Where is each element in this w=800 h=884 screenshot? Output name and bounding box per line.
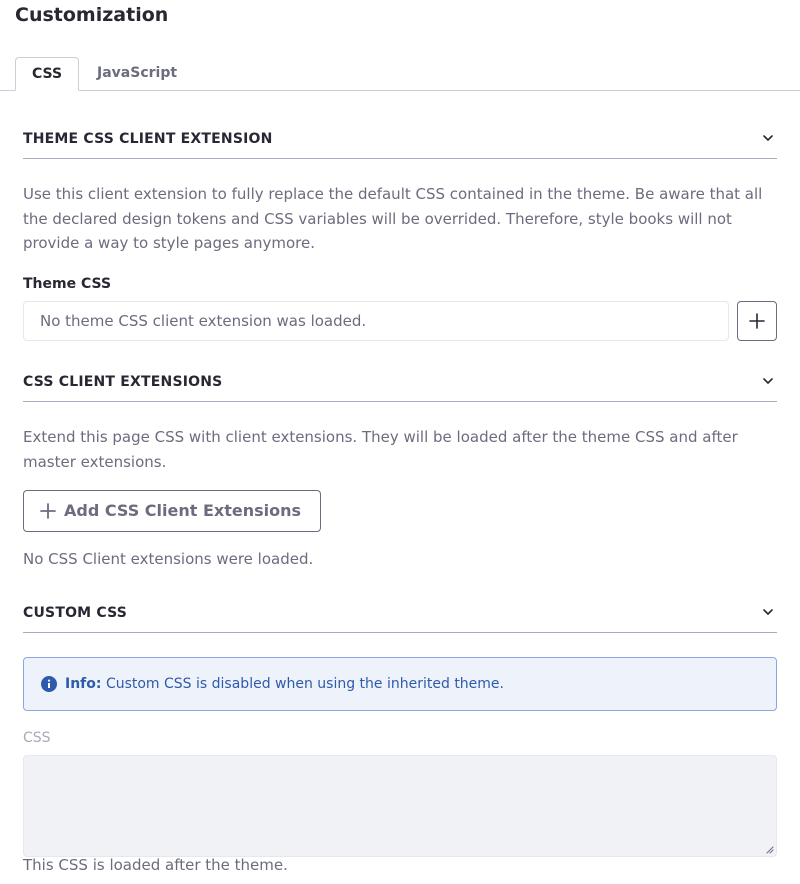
chevron-down-icon <box>763 609 773 615</box>
tab-bar: CSS JavaScript <box>0 57 800 91</box>
css-client-extensions-section-header[interactable]: CSS CLIENT EXTENSIONS <box>23 372 777 402</box>
theme-css-description: Use this client extension to fully repla… <box>23 185 763 252</box>
section-title: CSS CLIENT EXTENSIONS <box>23 374 223 390</box>
custom-css-section-header[interactable]: CUSTOM CSS <box>23 603 777 633</box>
info-circle-icon <box>41 676 57 692</box>
custom-css-help-text: This CSS is loaded after the theme. <box>23 856 288 874</box>
section-title: THEME CSS CLIENT EXTENSION <box>23 131 273 147</box>
tab-javascript[interactable]: JavaScript <box>81 57 193 91</box>
css-client-extensions-description: Extend this page CSS with client extensi… <box>23 428 738 471</box>
custom-css-label: CSS <box>23 730 51 746</box>
add-css-client-extensions-button[interactable]: Add CSS Client Extensions <box>23 490 321 532</box>
css-client-extensions-empty-message: No CSS Client extensions were loaded. <box>23 550 314 568</box>
chevron-down-icon <box>763 135 773 141</box>
page-title: Customization <box>15 4 169 26</box>
select-theme-css-button[interactable] <box>737 301 777 341</box>
info-message: Info: Custom CSS is disabled when using … <box>65 658 504 710</box>
resize-handle-icon <box>766 846 774 854</box>
add-button-label: Add CSS Client Extensions <box>64 501 302 520</box>
info-alert: Info: Custom CSS is disabled when using … <box>23 657 777 711</box>
theme-css-label: Theme CSS <box>23 276 112 292</box>
theme-css-section-header[interactable]: THEME CSS CLIENT EXTENSION <box>23 129 777 159</box>
chevron-down-icon <box>763 378 773 384</box>
tab-css[interactable]: CSS <box>15 57 80 91</box>
info-text: Custom CSS is disabled when using the in… <box>105 676 504 692</box>
info-label: Info: <box>65 676 102 692</box>
custom-css-textarea <box>23 755 777 857</box>
plus-icon <box>749 313 765 329</box>
plus-icon <box>40 503 56 519</box>
theme-css-field: No theme CSS client extension was loaded… <box>23 301 729 341</box>
section-title: CUSTOM CSS <box>23 605 128 621</box>
